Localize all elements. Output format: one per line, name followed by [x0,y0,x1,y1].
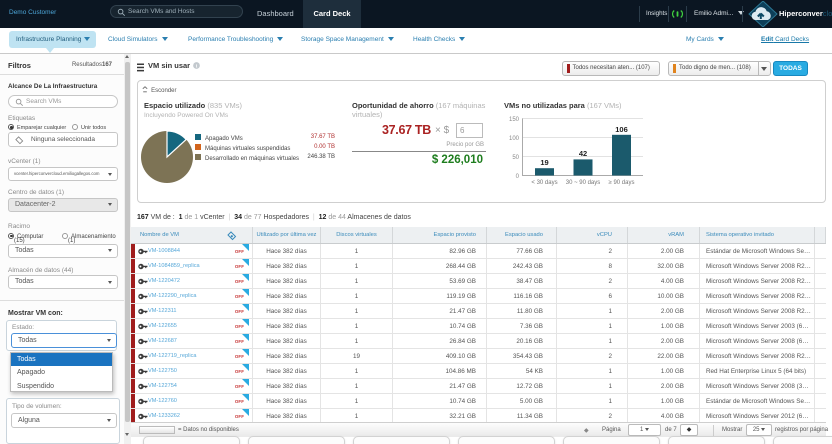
svg-text:0: 0 [516,174,520,180]
svg-text:< 30 days: < 30 days [531,180,557,186]
svg-text:30 ~ 90 days: 30 ~ 90 days [566,180,601,186]
svg-text:150: 150 [509,117,520,123]
svg-text:42: 42 [579,149,587,158]
svg-text:106: 106 [615,125,628,134]
svg-text:100: 100 [509,136,520,142]
svg-text:19: 19 [540,158,548,167]
svg-text:≥ 90 days: ≥ 90 days [609,180,635,186]
svg-text:50: 50 [512,155,519,161]
